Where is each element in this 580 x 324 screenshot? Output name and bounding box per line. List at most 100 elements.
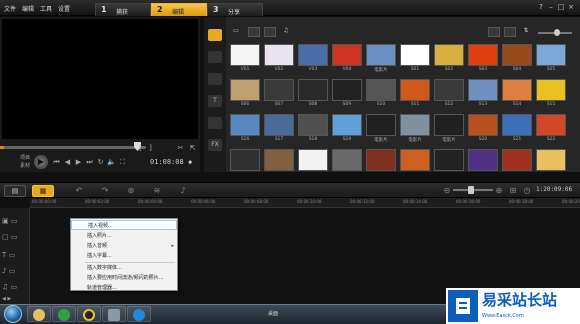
library-thumbnail[interactable] (468, 79, 498, 101)
menu-edit[interactable]: 编辑 (22, 4, 34, 13)
menu-tools[interactable]: 工具 (40, 4, 52, 13)
filter-audio-icon[interactable]: ♫ (280, 27, 292, 37)
zoom-out-icon[interactable]: ⊖ (442, 186, 452, 196)
library-thumbnail[interactable] (468, 149, 498, 171)
menu-insert-timelapse-photo[interactable]: 插入要应用时间流逝/频闪的照片... (71, 273, 177, 283)
library-thumbnail[interactable] (332, 79, 362, 101)
library-thumbnail[interactable] (536, 149, 566, 171)
auto-music-icon[interactable]: ♪ (178, 186, 188, 196)
library-thumbnail[interactable] (264, 149, 294, 171)
library-thumbnail[interactable] (264, 114, 294, 136)
cut-icon[interactable]: ✂ (176, 144, 185, 153)
repeat-icon[interactable]: ↻ (96, 158, 105, 167)
filter-video-icon[interactable] (248, 27, 260, 37)
transition-tab-icon[interactable] (208, 73, 222, 85)
library-thumbnail[interactable] (264, 44, 294, 66)
library-thumbnail[interactable] (434, 79, 464, 101)
taskbar-qq[interactable] (77, 306, 101, 322)
scrubber-bar[interactable] (0, 146, 146, 149)
video-track-icon[interactable]: ▣ ▭ (2, 216, 28, 227)
library-thumbnail[interactable] (264, 79, 294, 101)
library-thumbnail[interactable] (536, 114, 566, 136)
mark-out-icon[interactable]: ] (146, 144, 155, 153)
mark-in-icon[interactable]: [ (136, 144, 145, 153)
library-thumbnail[interactable] (230, 44, 260, 66)
home-icon[interactable]: ⏮ (52, 158, 61, 167)
library-thumbnail[interactable] (230, 79, 260, 101)
mode-clip[interactable]: 素材 (20, 162, 30, 169)
library-thumbnail[interactable] (434, 114, 464, 136)
storyboard-view-button[interactable]: ▤ (4, 185, 26, 197)
tab-share[interactable]: 3 分享 (207, 3, 263, 16)
menu-settings[interactable]: 设置 (58, 4, 70, 13)
timeline-view-button[interactable]: ▦ (32, 185, 54, 197)
instant-tab-icon[interactable] (208, 51, 222, 63)
record-capture-icon[interactable]: ⊛ (126, 186, 136, 196)
menu-insert-photo[interactable]: 插入照片... (71, 231, 177, 241)
taskbar-explorer[interactable] (27, 306, 51, 322)
library-thumbnail[interactable] (536, 44, 566, 66)
library-thumbnail[interactable] (332, 44, 362, 66)
library-thumbnail[interactable] (434, 149, 464, 171)
menu-insert-audio[interactable]: 插入音频 ▸ (71, 241, 177, 251)
library-thumbnail[interactable] (400, 149, 430, 171)
title-track-icon[interactable]: T ▭ (2, 250, 28, 261)
overlay-track-icon[interactable]: ▢ ▭ (2, 232, 28, 243)
media-tab-icon[interactable] (208, 29, 222, 41)
expand-icon[interactable]: ⇱ (188, 144, 197, 153)
library-thumbnail[interactable] (366, 79, 396, 101)
library-thumbnail[interactable] (536, 79, 566, 101)
maximize-button[interactable]: □ (556, 3, 566, 12)
menu-insert-subtitle[interactable]: 插入字幕... (71, 251, 177, 261)
library-thumbnail[interactable] (468, 114, 498, 136)
title-tab-icon[interactable]: T (208, 95, 222, 107)
library-thumbnail[interactable] (366, 44, 396, 66)
redo-icon[interactable]: ↷ (100, 186, 110, 196)
list-view-icon[interactable] (488, 27, 500, 37)
library-thumbnail[interactable] (400, 79, 430, 101)
library-thumbnail[interactable] (298, 149, 328, 171)
library-thumbnail[interactable] (502, 79, 532, 101)
library-thumbnail[interactable] (230, 114, 260, 136)
folder-icon[interactable]: ▭ (230, 27, 242, 37)
taskbar-app-media[interactable] (102, 306, 126, 322)
library-thumbnail[interactable] (400, 44, 430, 66)
library-thumbnail[interactable] (366, 149, 396, 171)
volume-icon[interactable]: 🔈 (107, 158, 116, 167)
menu-insert-digital-media[interactable]: 插入数字媒体... (71, 263, 177, 273)
library-thumbnail[interactable] (502, 44, 532, 66)
filter-photo-icon[interactable] (264, 27, 276, 37)
fit-icon[interactable]: ⊞ (508, 186, 518, 196)
start-button[interactable] (4, 305, 22, 323)
zoom-in-icon[interactable]: ⊕ (494, 186, 504, 196)
voice-track-icon[interactable]: ♪ ▭ (2, 266, 28, 277)
sort-icon[interactable]: ⇅ (520, 27, 532, 37)
filter-tab-icon[interactable]: FX (208, 139, 222, 151)
menu-file[interactable]: 文件 (4, 4, 16, 13)
menu-track-manager[interactable]: 轨道管理器... (71, 283, 177, 293)
end-icon[interactable]: ⏭ (85, 158, 94, 167)
help-button[interactable]: ? (536, 3, 546, 12)
close-button[interactable]: × (566, 3, 576, 12)
taskbar-app-k[interactable] (127, 306, 151, 322)
library-thumbnail[interactable] (230, 149, 260, 171)
prev-frame-icon[interactable]: ◀ (63, 158, 72, 167)
next-frame-icon[interactable]: ▶ (74, 158, 83, 167)
library-thumbnail[interactable] (332, 149, 362, 171)
menu-insert-video[interactable]: 插入视频... (71, 220, 177, 230)
thumb-size-knob[interactable] (554, 29, 560, 36)
library-thumbnail[interactable] (298, 114, 328, 136)
player-timecode[interactable]: 01:08:08 ◆ (150, 158, 192, 166)
music-track-icon[interactable]: ♫ ▭ (2, 282, 28, 293)
library-thumbnail[interactable] (366, 114, 396, 136)
undo-icon[interactable]: ↶ (74, 186, 84, 196)
taskbar-app-green[interactable] (52, 306, 76, 322)
mix-audio-icon[interactable]: ≋ (152, 186, 162, 196)
graphic-tab-icon[interactable] (208, 117, 222, 129)
grid-view-icon[interactable] (504, 27, 516, 37)
tab-capture[interactable]: 1 捕获 (95, 3, 151, 16)
mode-project[interactable]: 项目 (20, 154, 30, 161)
library-thumbnail[interactable] (400, 114, 430, 136)
library-thumbnail[interactable] (502, 114, 532, 136)
zoom-knob[interactable] (468, 186, 474, 194)
